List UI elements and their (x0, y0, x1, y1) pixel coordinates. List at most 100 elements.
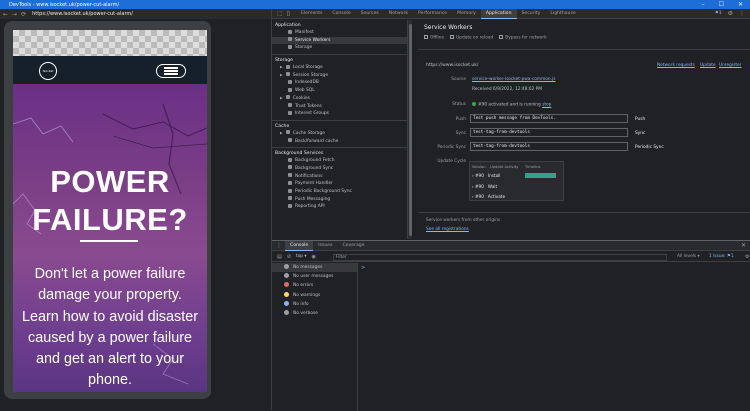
eye-icon[interactable]: ◉ (312, 254, 316, 260)
logo-text: iSocket (42, 69, 54, 73)
source-link[interactable]: service-worker-isocket-pwa-common.js (472, 77, 555, 82)
url-field[interactable]: https://www.isocket.uk/power-cut-alarm/ (32, 11, 133, 17)
console-filter-warnings[interactable]: No warnings (272, 291, 357, 300)
console-filter-input[interactable]: Filter (333, 253, 667, 261)
site-logo[interactable]: iSocket (39, 62, 57, 80)
tab-elements[interactable]: Elements (296, 9, 327, 19)
console-filter-messages[interactable]: No messages (272, 263, 357, 273)
update-cycle-row[interactable]: › #90 Wait (472, 184, 497, 189)
tab-lighthouse[interactable]: Lighthouse (545, 9, 580, 19)
clear-console-icon[interactable]: ⊘ (287, 254, 291, 260)
info-icon (284, 300, 289, 306)
update-cycle-row[interactable]: › #90 Install (472, 173, 500, 178)
sidebar-item-payment-handler[interactable]: Payment Handler (272, 180, 407, 188)
context-select[interactable]: top ▾ (296, 254, 307, 259)
sidebar-item-manifest[interactable]: Manifest (272, 29, 407, 37)
tab-network[interactable]: Network (384, 9, 413, 19)
update-on-reload-checkbox[interactable]: Update on reload (450, 35, 493, 41)
console-filter-user-messages[interactable]: No user messages (272, 272, 357, 281)
sidebar-item-background-sync[interactable]: Background Sync (272, 165, 407, 173)
sidebar-header-background-services: Background Services (275, 151, 324, 157)
console-drawer: ⋮ Console Issues Coverage ✕ ▤ ⊘ top ▾ ◉ … (272, 240, 750, 411)
console-sidebar: No messages No user messages No errors N… (272, 263, 358, 411)
sidebar-item-storage[interactable]: Storage (272, 44, 407, 52)
minimize-button[interactable]: – (702, 1, 705, 8)
console-settings-icon[interactable]: ⚙ (745, 254, 749, 260)
sidebar-item-service-workers[interactable]: Service Workers (272, 36, 407, 45)
sidebar-item-cookies[interactable]: ▶ Cookies (272, 95, 407, 103)
reload-icon[interactable]: ⟳ (21, 11, 26, 18)
tab-security[interactable]: Security (517, 9, 546, 19)
sync-button[interactable]: Sync (635, 131, 645, 136)
forward-icon[interactable]: → (12, 11, 17, 18)
push-button[interactable]: Push (635, 117, 645, 122)
expand-arrow-icon: ▶ (280, 95, 283, 100)
devtools-panel: ⬚ ▯ Elements Console Sources Network Per… (271, 8, 750, 411)
database-icon (288, 79, 292, 84)
network-requests-link[interactable]: Network requests (657, 63, 695, 68)
sidebar-item-notifications[interactable]: Notifications (272, 173, 407, 181)
database-icon (288, 44, 292, 49)
sidebar-item-cache-storage[interactable]: ▶ Cache Storage (272, 130, 407, 138)
grid-icon (285, 64, 290, 69)
drawer-tab-coverage[interactable]: Coverage (338, 241, 370, 251)
periodic-sync-button[interactable]: Periodic Sync (635, 145, 664, 150)
device-frame: iSocket POWER FAILURE? Don't let a power… (4, 21, 211, 399)
update-link[interactable]: Update (700, 63, 716, 68)
sidebar-item-indexeddb[interactable]: IndexedDB (272, 79, 407, 87)
tab-memory[interactable]: Memory (452, 9, 481, 19)
back-icon[interactable]: ← (3, 11, 8, 18)
sidebar-item-trust-tokens[interactable]: Trust Tokens (272, 103, 407, 111)
inspect-element-icon[interactable]: ⬚ (277, 10, 283, 17)
periodic-sync-input[interactable]: test-tag-from-devtools (470, 142, 628, 151)
maximize-button[interactable]: ☐ (719, 1, 724, 8)
sidebar-item-interest-groups[interactable]: Interest Groups (272, 110, 407, 118)
clock-icon (288, 188, 292, 193)
tab-performance[interactable]: Performance (413, 9, 452, 19)
list-icon (284, 264, 289, 269)
tab-console[interactable]: Console (327, 9, 355, 19)
console-filter-info[interactable]: No info (272, 300, 357, 309)
bypass-network-checkbox[interactable]: Bypass for network (499, 35, 547, 41)
console-prompt[interactable]: > (361, 265, 365, 271)
push-input[interactable]: Test push message from DevTools. (470, 114, 628, 123)
sidebar-header-cache: Cache (275, 123, 290, 129)
offline-checkbox[interactable]: Offline (424, 35, 444, 41)
log-levels-select[interactable]: All levels ▾ (677, 254, 700, 259)
sidebar-item-web-sql[interactable]: Web SQL (272, 87, 407, 95)
settings-gear-icon[interactable]: ⚙ (728, 10, 733, 17)
drawer-tab-console[interactable]: Console (285, 240, 314, 251)
console-filter-verbose[interactable]: No verbose (272, 309, 357, 318)
more-options-icon[interactable]: ⋮ (739, 10, 745, 17)
sidebar-item-periodic-sync[interactable]: Periodic Background Sync (272, 188, 407, 196)
sidebar-scrollbar[interactable] (408, 20, 412, 239)
issues-badge[interactable]: ⚑1 (715, 11, 722, 16)
sidebar-item-background-fetch[interactable]: Background Fetch (272, 157, 407, 165)
sync-icon (288, 165, 292, 170)
device-toolbar-icon[interactable]: ▯ (287, 10, 290, 17)
tab-sources[interactable]: Sources (356, 9, 384, 19)
drawer-menu-icon[interactable]: ⋮ (276, 242, 282, 249)
warning-icon (284, 291, 289, 297)
stop-link[interactable]: stop (542, 103, 551, 108)
document-icon (288, 29, 292, 34)
close-window-button[interactable]: ✕ (738, 1, 743, 8)
sidebar-item-reporting-api[interactable]: Reporting API (272, 203, 407, 211)
see-all-registrations-link[interactable]: See all registrations (426, 227, 469, 232)
sidebar-item-bfcache[interactable]: Back/forward cache (272, 138, 407, 146)
unregister-link[interactable]: Unregister (719, 63, 741, 68)
hamburger-menu-button[interactable] (156, 64, 186, 78)
tab-application[interactable]: Application (480, 8, 517, 19)
issues-count[interactable]: 1 Issue: ⚑1 (709, 254, 734, 259)
update-cycle-label: Update Cycle (437, 159, 466, 164)
console-output[interactable]: > (359, 263, 750, 411)
sync-input[interactable]: test-tag-from-devtools (470, 128, 628, 137)
sidebar-item-session-storage[interactable]: ▶ Session Storage (272, 72, 407, 80)
sidebar-item-push-messaging[interactable]: Push Messaging (272, 196, 407, 204)
sidebar-toggle-icon[interactable]: ▤ (277, 254, 282, 260)
console-filter-errors[interactable]: No errors (272, 281, 357, 290)
sidebar-item-local-storage[interactable]: ▶ Local Storage (272, 64, 407, 72)
update-cycle-row[interactable]: › #90 Activate (472, 194, 505, 199)
close-drawer-icon[interactable]: ✕ (741, 242, 746, 249)
drawer-tab-issues[interactable]: Issues (313, 241, 337, 251)
